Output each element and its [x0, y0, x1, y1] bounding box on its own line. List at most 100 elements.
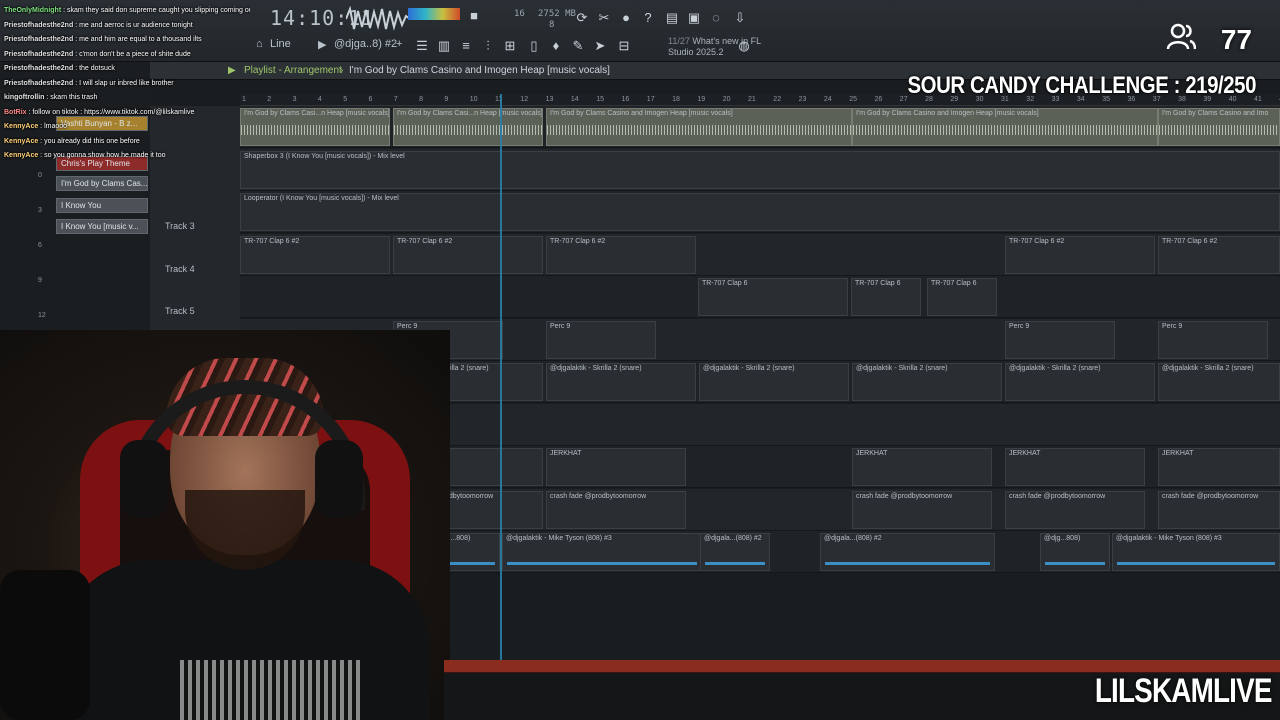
playlist-clip[interactable]: JERKHAT	[1158, 448, 1280, 486]
chat-username: kingoftrollin	[4, 94, 45, 101]
playlist-clip[interactable]: crash fade @prodbytoomorrow	[1158, 490, 1280, 529]
mixer-icon[interactable]: ⫶	[480, 38, 496, 54]
playlist-clip[interactable]: crash fade @prodbytoomorrow	[546, 490, 686, 529]
playlist-clip[interactable]: TR-707 Clap 6	[698, 278, 848, 316]
clip-label: @djgalaktik - Mike Tyson (808) #3	[1116, 535, 1222, 542]
plugin-icon[interactable]: ♦	[548, 38, 564, 54]
playlist-clip[interactable]: crash fade @prodbytoomorrow	[852, 490, 992, 529]
browser-icon[interactable]: ▣	[686, 10, 702, 26]
playlist-breadcrumb[interactable]: Playlist - Arrangement	[244, 65, 342, 76]
playlist-clip[interactable]: Perc 9	[1158, 320, 1268, 359]
playlist-clip[interactable]: TR-707 Clap 6	[851, 278, 921, 316]
chat-text: skam this trash	[50, 94, 98, 101]
playlist-icon[interactable]: ☰	[414, 38, 430, 54]
playlist-clip[interactable]: Shaperbox 3 (I Know You [music vocals]) …	[240, 150, 1280, 189]
track-name[interactable]: Track 4	[165, 264, 195, 274]
ruler-tick: 7	[393, 96, 398, 103]
master-peak-meter	[408, 8, 460, 20]
playhead[interactable]	[500, 94, 502, 706]
download-icon[interactable]: ⇩	[732, 10, 748, 26]
playlist-clip[interactable]: I'm God by Clams Casi...n Heap [music vo…	[240, 108, 390, 146]
playlist-clip[interactable]: TR-707 Clap 6 #2	[393, 235, 543, 274]
playlist-clip[interactable]: Perc 9	[546, 320, 656, 359]
clip-label: Perc 9	[1009, 322, 1030, 330]
snap-icon[interactable]: ⌂	[256, 38, 263, 50]
track-name[interactable]: Track 5	[165, 306, 195, 316]
channel-button[interactable]: I Know You	[56, 198, 148, 213]
playlist-clip[interactable]: I'm God by Clams Casino and Imogen Heap …	[852, 108, 1158, 146]
tools-icon[interactable]: ✎	[570, 38, 586, 54]
record-icon[interactable]: ■	[466, 8, 482, 24]
file-icon[interactable]: ▯	[526, 38, 542, 54]
ruler-tick: 26	[874, 96, 883, 103]
microphone-icon[interactable]: ●	[618, 10, 634, 26]
playlist-clip[interactable]: @djgalaktik - Skrilla 2 (snare)	[546, 363, 696, 401]
line-mode-selector[interactable]: Line	[270, 38, 291, 50]
save-icon[interactable]: ▤	[664, 10, 680, 26]
channel-rack-icon[interactable]: ≡	[458, 38, 474, 54]
playlist-song-title[interactable]: I'm God by Clams Casino and Imogen Heap …	[349, 65, 610, 76]
playlist-lane[interactable]: TR-707 Clap 6 TR-707 Clap 6 TR-707 Clap 6	[240, 276, 1280, 318]
chat-message: KennyAce : so you gonna show how he made…	[0, 149, 250, 164]
playlist-lane[interactable]: Looperator (I Know You [music vocals]) -…	[240, 191, 1280, 233]
playlist-clip[interactable]: @djgala...(808) #2	[820, 533, 995, 571]
playlist-clip[interactable]: @djgalaktik - Skrilla 2 (snare)	[1005, 363, 1155, 401]
playlist-clip[interactable]: JERKHAT	[546, 448, 686, 486]
playlist-clip[interactable]: Looperator (I Know You [music vocals]) -…	[240, 193, 1280, 231]
track-name[interactable]: Track 3	[165, 221, 195, 231]
clip-label: I'm God by Clams Casino and Imo	[1162, 110, 1269, 117]
playlist-clip[interactable]: TR-707 Clap 6 #2	[1005, 235, 1155, 274]
playlist-clip[interactable]: TR-707 Clap 6 #2	[240, 235, 390, 274]
globe-icon[interactable]: ◍	[736, 38, 752, 54]
playlist-clip[interactable]: I'm God by Clams Casino and Imo	[1158, 108, 1280, 146]
playlist-clip[interactable]: crash fade @prodbytoomorrow	[1005, 490, 1145, 529]
playlist-lane[interactable]: I'm God by Clams Casi...n Heap [music vo…	[240, 106, 1280, 148]
chat-message: TheOnlyMidnight : skam they said don sup…	[0, 4, 250, 19]
send-icon[interactable]: ➤	[592, 38, 608, 54]
pattern-selector[interactable]: @djga..8) #2	[334, 38, 397, 50]
refresh-icon[interactable]: ⟳	[574, 10, 590, 26]
clip-label: @djgalaktik - Skrilla 2 (snare)	[1009, 365, 1101, 372]
clip-label: TR-707 Clap 6	[855, 280, 901, 287]
playlist-clip[interactable]: TR-707 Clap 6 #2	[546, 235, 696, 274]
playlist-clip[interactable]: @djgalaktik - Mike Tyson (808) #3	[1112, 533, 1280, 571]
playlist-clip[interactable]: Perc 9	[1005, 320, 1115, 359]
playlist-clip[interactable]: TR-707 Clap 6 #2	[1158, 235, 1280, 274]
piano-roll-icon[interactable]: ▥	[436, 38, 452, 54]
cut-icon[interactable]: ✂	[596, 10, 612, 26]
808-note-bar	[825, 562, 990, 565]
808-note-bar	[1117, 562, 1275, 565]
clip-label: @djgalaktik - Mike Tyson (808) #3	[506, 535, 612, 542]
clip-label: Perc 9	[550, 322, 571, 330]
playlist-clip[interactable]: @djgalaktik - Skrilla 2 (snare)	[1158, 363, 1280, 401]
playlist-lane[interactable]: Shaperbox 3 (I Know You [music vocals]) …	[240, 148, 1280, 191]
playlist-clip[interactable]: @djg...808)	[1040, 533, 1110, 571]
playlist-clip[interactable]: JERKHAT	[852, 448, 992, 486]
add-pattern-icon[interactable]: +	[396, 38, 402, 50]
ruler-tick: 16	[621, 96, 630, 103]
ruler-tick: 10	[469, 96, 478, 103]
playlist-clip[interactable]: @djgalaktik - Skrilla 2 (snare)	[852, 363, 1002, 401]
clip-label: JERKHAT	[550, 450, 582, 457]
ruler-tick: 2	[267, 96, 272, 103]
clip-label: crash fade @prodbytoomorrow	[1162, 492, 1259, 500]
clip-label: @djgala...(808) #2	[824, 535, 882, 542]
chat-text: follow on tiktok : https://www.tiktok.co…	[32, 108, 195, 116]
playlist-clip[interactable]: I'm God by Clams Casi...n Heap [music vo…	[393, 108, 543, 146]
playlist-lane[interactable]: TR-707 Clap 6 #2 TR-707 Clap 6 #2 TR-707 C…	[240, 233, 1280, 276]
play-pattern-icon[interactable]: ▶	[318, 38, 326, 51]
clip-label: I'm God by Clams Casi...n Heap [music vo…	[244, 110, 390, 117]
cart-icon[interactable]: ⊟	[616, 38, 632, 54]
clip-label: TR-707 Clap 6 #2	[397, 237, 453, 245]
chat-icon[interactable]: ◌	[708, 10, 724, 26]
playlist-clip[interactable]: @djgalaktik - Skrilla 2 (snare)	[699, 363, 849, 401]
playlist-clip[interactable]: I'm God by Clams Casino and Imogen Heap …	[546, 108, 852, 146]
playlist-clip[interactable]: TR-707 Clap 6	[927, 278, 997, 316]
help-icon[interactable]: ?	[640, 10, 656, 26]
routing-icon[interactable]: ⊞	[502, 38, 518, 54]
playlist-clip[interactable]: @djgala...(808) #2	[700, 533, 770, 571]
channel-button[interactable]: I Know You [music v...	[56, 219, 148, 234]
channel-button[interactable]: I'm God by Clams Cas...	[56, 176, 148, 191]
playlist-clip[interactable]: JERKHAT	[1005, 448, 1145, 486]
playlist-clip[interactable]: @djgalaktik - Mike Tyson (808) #3	[502, 533, 702, 571]
